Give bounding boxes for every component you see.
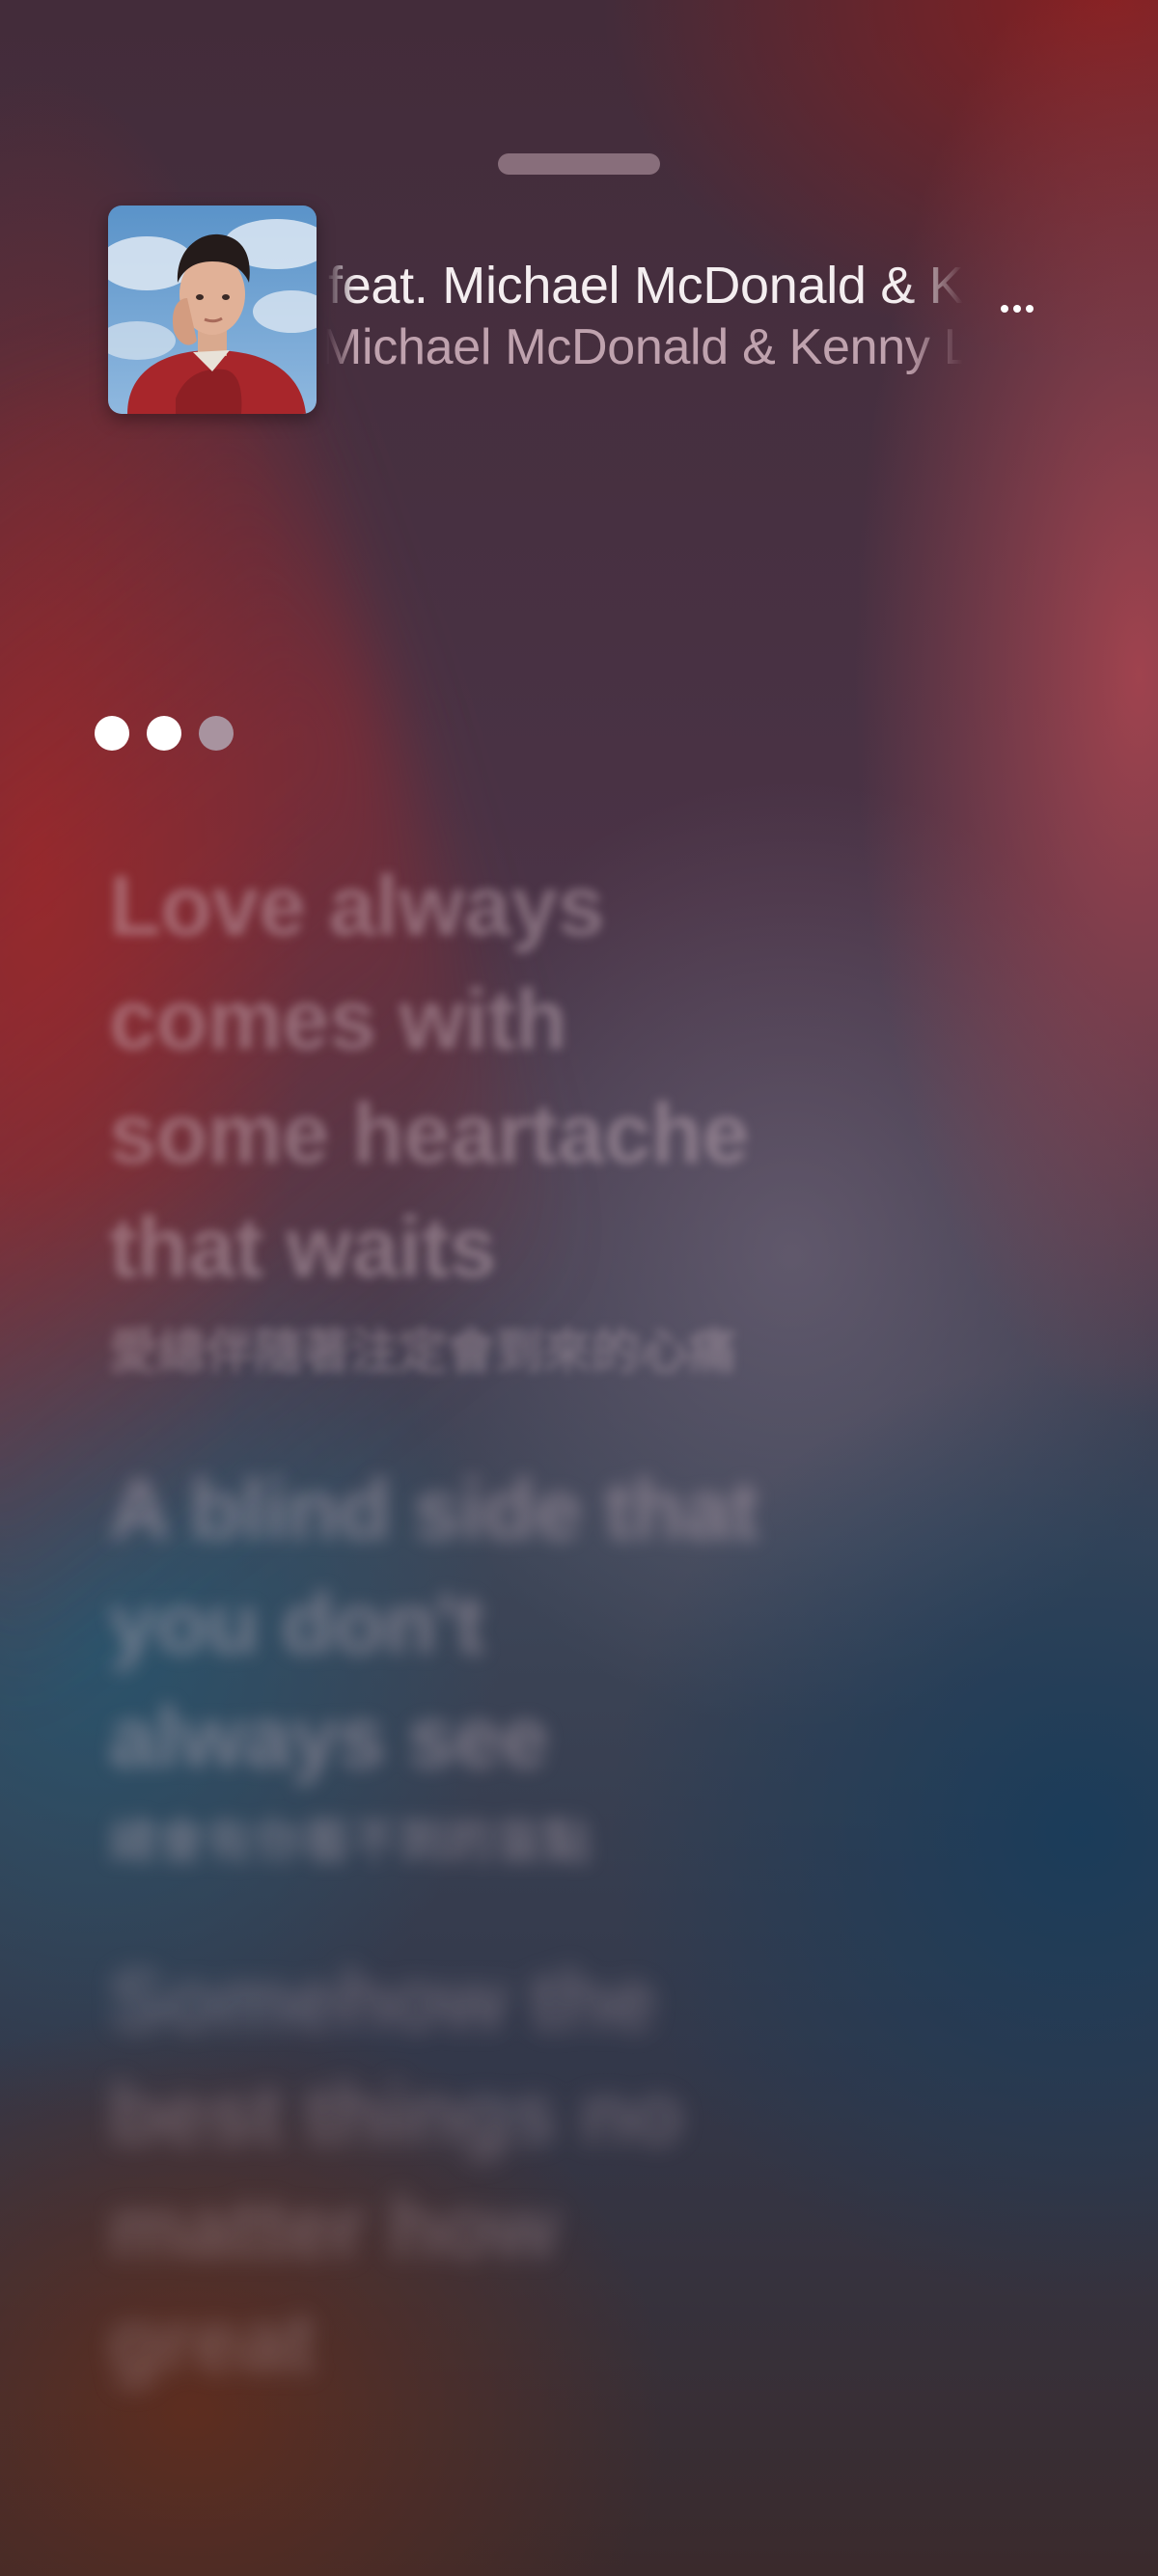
lyric-block[interactable]: Somehow the best things no matter how great (109, 1943, 958, 2398)
more-ellipsis-icon (1026, 305, 1034, 313)
lyric-line: A blind side that (109, 1462, 758, 1557)
interlude-dot (199, 716, 234, 751)
now-playing-header: feat. Michael McDonald & Kenny Loggins M… (0, 0, 1158, 444)
lyric-block[interactable]: A blind side that you don't always see 總會有你… (109, 1453, 958, 1885)
lyric-line: best things no (109, 2066, 683, 2161)
lyric-line: some heartache (109, 1085, 750, 1181)
lyric-block[interactable]: Love always comes with some heartache that … (109, 849, 958, 1395)
lyric-line: great (109, 2293, 315, 2389)
lyric-line: that waits (109, 1199, 496, 1295)
lyrics-view[interactable]: Love always comes with some heartache that … (109, 849, 958, 2456)
lyric-line: Love always (109, 858, 605, 953)
interlude-dot (95, 716, 129, 751)
interlude-dots-indicator (95, 716, 234, 753)
lyric-line: you don't (109, 1576, 483, 1671)
lyric-translation: 愛總伴隨著注定會到來的心痛 (109, 1325, 736, 1379)
more-ellipsis-icon (1001, 305, 1008, 313)
more-ellipsis-icon (1013, 305, 1021, 313)
lyric-line: comes with (109, 972, 567, 1067)
lyric-line: Somehow the (109, 1952, 656, 2047)
album-artwork-image (108, 206, 317, 414)
album-artwork[interactable] (108, 206, 317, 414)
lyric-translation: 總會有你看不到的盲點 (109, 1815, 592, 1869)
song-title: feat. Michael McDonald & Kenny Loggins (328, 257, 963, 315)
song-artist: Michael McDonald & Kenny Loggins (326, 319, 963, 375)
lyric-line: matter how (109, 2179, 558, 2275)
lyric-line: always see (109, 1689, 548, 1785)
track-info[interactable]: feat. Michael McDonald & Kenny Loggins M… (326, 246, 963, 381)
more-button[interactable] (988, 280, 1046, 338)
interlude-dot (147, 716, 181, 751)
